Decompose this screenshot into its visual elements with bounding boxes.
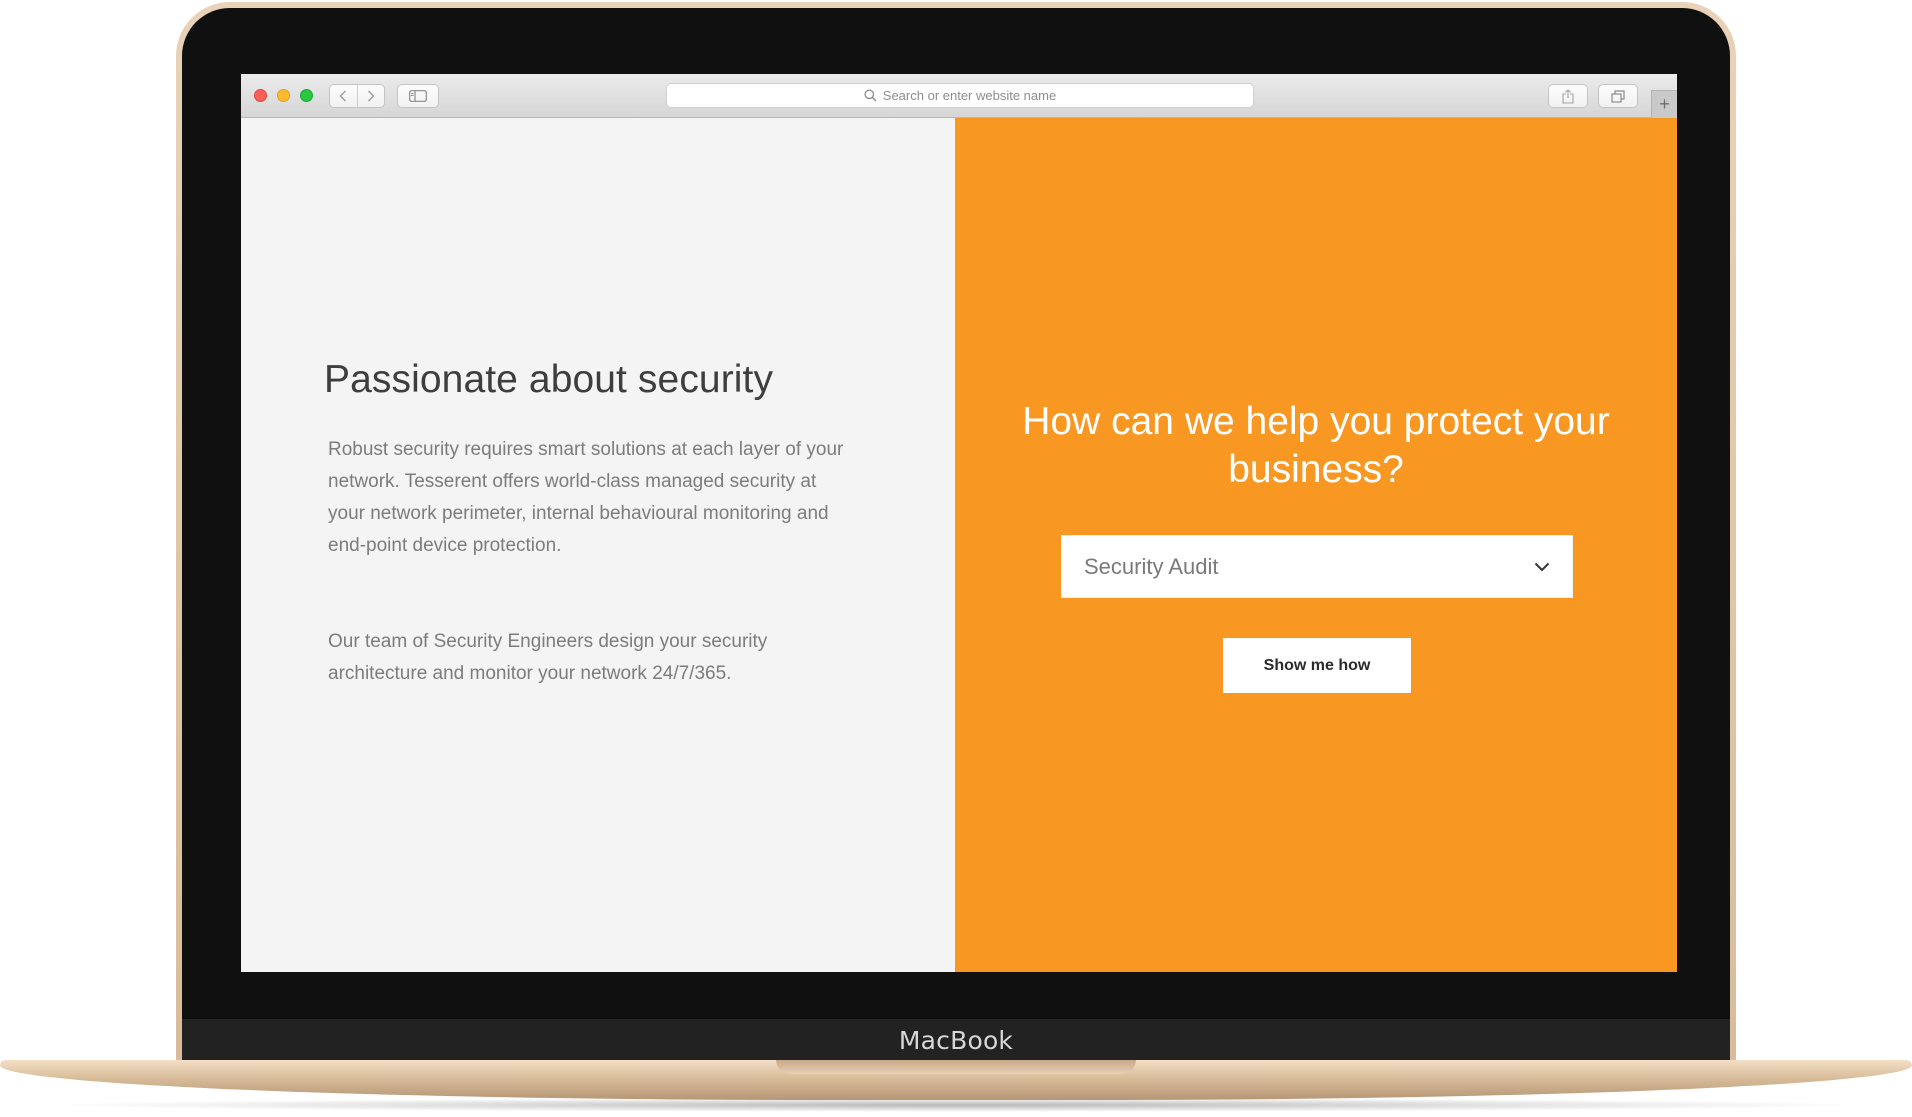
about-title: Passionate about security <box>324 358 774 401</box>
forward-button[interactable] <box>356 85 385 107</box>
cta-section: How can we help you protect your busines… <box>955 118 1677 972</box>
sidebar-toggle-button[interactable] <box>397 84 439 108</box>
new-tab-button[interactable]: + <box>1651 90 1677 118</box>
show-me-how-button[interactable]: Show me how <box>1223 638 1411 693</box>
cta-heading: How can we help you protect your busines… <box>1022 400 1610 491</box>
sidebar-icon <box>409 90 427 102</box>
window-close-button[interactable] <box>254 89 267 102</box>
tabs-overview-button[interactable] <box>1598 84 1638 108</box>
laptop-shadow <box>40 1098 1872 1112</box>
address-placeholder: Search or enter website name <box>882 88 1057 103</box>
about-paragraph-2: Our team of Security Engineers design yo… <box>328 631 768 684</box>
history-nav-group <box>329 84 385 108</box>
search-icon <box>864 89 877 102</box>
service-select-value: Security Audit <box>1084 553 1219 579</box>
share-button[interactable] <box>1548 84 1588 108</box>
about-paragraph-1: Robust security requires smart solutions… <box>328 439 844 556</box>
window-maximize-button[interactable] <box>300 89 313 102</box>
back-arrow-icon <box>339 90 347 102</box>
laptop-mockup: MacBook Search or enter website name + P… <box>0 0 1912 1117</box>
screen: Search or enter website name + Passionat… <box>241 74 1677 972</box>
window-minimize-button[interactable] <box>277 89 290 102</box>
laptop-opening-notch <box>776 1060 1136 1074</box>
tabs-overview-icon <box>1611 89 1625 103</box>
device-brand-label: MacBook <box>898 1026 1014 1055</box>
plus-icon: + <box>1659 94 1670 114</box>
chevron-down-icon <box>1534 562 1550 571</box>
about-section: Passionate about security Robust securit… <box>241 118 955 972</box>
forward-arrow-icon <box>367 90 375 102</box>
service-select[interactable]: Security Audit <box>1061 535 1573 598</box>
back-button[interactable] <box>330 85 357 107</box>
share-icon <box>1562 88 1574 104</box>
browser-toolbar: Search or enter website name + <box>241 74 1677 118</box>
address-bar[interactable]: Search or enter website name <box>666 83 1254 108</box>
